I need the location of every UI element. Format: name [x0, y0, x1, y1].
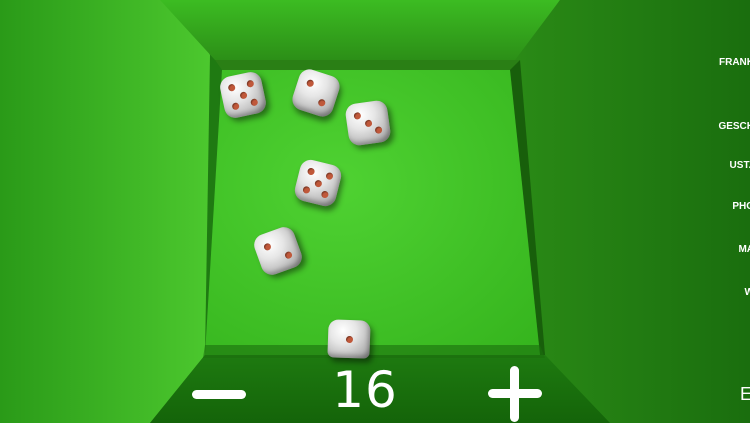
- info-line-3: UST.I: [729, 160, 750, 171]
- info-line-2: GESCH: [718, 121, 750, 132]
- die-pip: [302, 185, 312, 194]
- info-line-6: W: [744, 287, 750, 298]
- die-pip: [313, 178, 323, 188]
- dice-game-scene: FRANK GESCH UST.I PHO MA W E 16: [0, 0, 750, 423]
- info-line-7: E: [739, 384, 750, 404]
- die-pip: [245, 79, 255, 89]
- die-pip: [324, 172, 334, 181]
- die-pip: [317, 98, 327, 108]
- die-pip: [238, 90, 248, 100]
- die-pip: [231, 101, 241, 111]
- die[interactable]: [327, 319, 371, 359]
- left-wall: [0, 0, 210, 423]
- die-pip: [353, 112, 362, 120]
- die-pip: [305, 78, 315, 88]
- die-pip: [364, 119, 372, 127]
- die-pip: [283, 250, 293, 260]
- top-wall: [160, 0, 560, 60]
- die-pip: [374, 126, 383, 134]
- die-pip: [263, 242, 273, 252]
- dice-box: [0, 0, 750, 423]
- info-line-5: MA: [738, 244, 750, 255]
- die-pip: [345, 335, 353, 343]
- info-line-4: PHO: [732, 201, 750, 212]
- plus-icon-vertical: [510, 366, 519, 422]
- die-pip: [227, 83, 237, 93]
- top-ledge: [215, 60, 520, 70]
- floor-shadow: [203, 345, 545, 358]
- info-panel: FRANK GESCH UST.I PHO MA W E: [650, 0, 750, 423]
- increase-dice-button[interactable]: [484, 364, 546, 423]
- info-line-1: FRANK: [719, 57, 750, 68]
- die-pip: [249, 97, 259, 107]
- die[interactable]: [344, 99, 392, 147]
- minus-icon: [192, 390, 246, 399]
- die-pip: [320, 189, 329, 199]
- die-pip: [307, 167, 316, 177]
- decrease-dice-button[interactable]: [188, 372, 250, 416]
